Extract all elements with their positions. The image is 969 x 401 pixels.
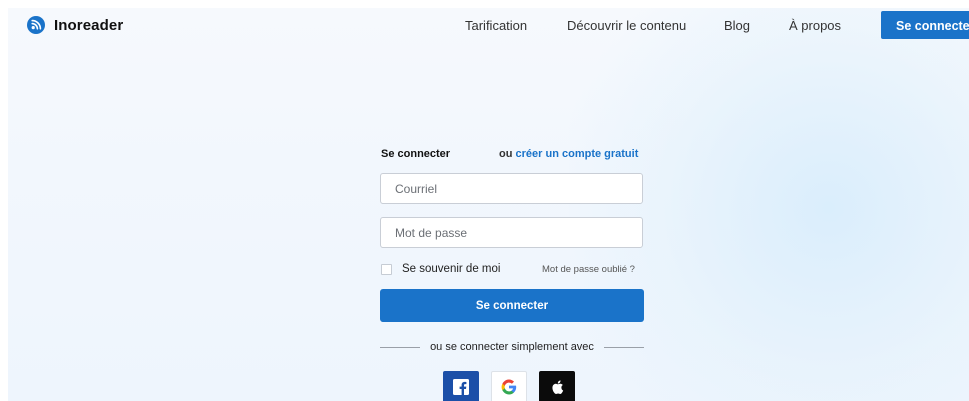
google-icon xyxy=(501,379,517,400)
nav-blog[interactable]: Blog xyxy=(724,18,750,33)
divider-line-right xyxy=(603,346,644,348)
nav-discover[interactable]: Découvrir le contenu xyxy=(567,18,686,33)
nav-pricing[interactable]: Tarification xyxy=(465,18,527,33)
brand-name: Inoreader xyxy=(54,16,124,34)
signup-prompt: ou créer un compte gratuit xyxy=(499,148,638,160)
login-form-header: Se connecter ou créer un compte gratuit xyxy=(380,144,644,164)
remember-me-checkbox[interactable] xyxy=(381,263,392,275)
login-title: Se connecter xyxy=(381,148,451,160)
email-field[interactable] xyxy=(380,173,643,204)
page: Inoreader Tarification Découvrir le cont… xyxy=(8,8,969,401)
top-nav: Inoreader Tarification Découvrir le cont… xyxy=(8,8,969,42)
header-login-button[interactable]: Se connecter xyxy=(881,11,969,39)
signup-link[interactable]: créer un compte gratuit xyxy=(516,148,639,160)
inoreader-logo-icon xyxy=(27,16,45,34)
remember-me[interactable]: Se souvenir de moi xyxy=(381,263,500,275)
social-divider: ou se connecter simplement avec xyxy=(380,340,644,354)
social-login-buttons xyxy=(443,371,587,401)
google-login-button[interactable] xyxy=(491,371,527,401)
nav-about[interactable]: À propos xyxy=(789,18,841,33)
password-field[interactable] xyxy=(380,217,643,248)
brand-logo[interactable]: Inoreader xyxy=(27,16,123,34)
social-login-label: ou se connecter simplement avec xyxy=(430,341,594,353)
login-submit-button[interactable]: Se connecter xyxy=(380,289,644,322)
facebook-icon xyxy=(453,378,469,400)
apple-login-button[interactable] xyxy=(539,371,575,401)
forgot-password-link[interactable]: Mot de passe oublié ? xyxy=(542,264,635,275)
divider-line-left xyxy=(380,346,421,348)
facebook-login-button[interactable] xyxy=(443,371,479,401)
remember-me-label: Se souvenir de moi xyxy=(402,263,501,275)
signup-prefix: ou xyxy=(499,148,513,160)
apple-icon xyxy=(550,379,564,400)
login-form: Se connecter ou créer un compte gratuit … xyxy=(380,144,644,401)
